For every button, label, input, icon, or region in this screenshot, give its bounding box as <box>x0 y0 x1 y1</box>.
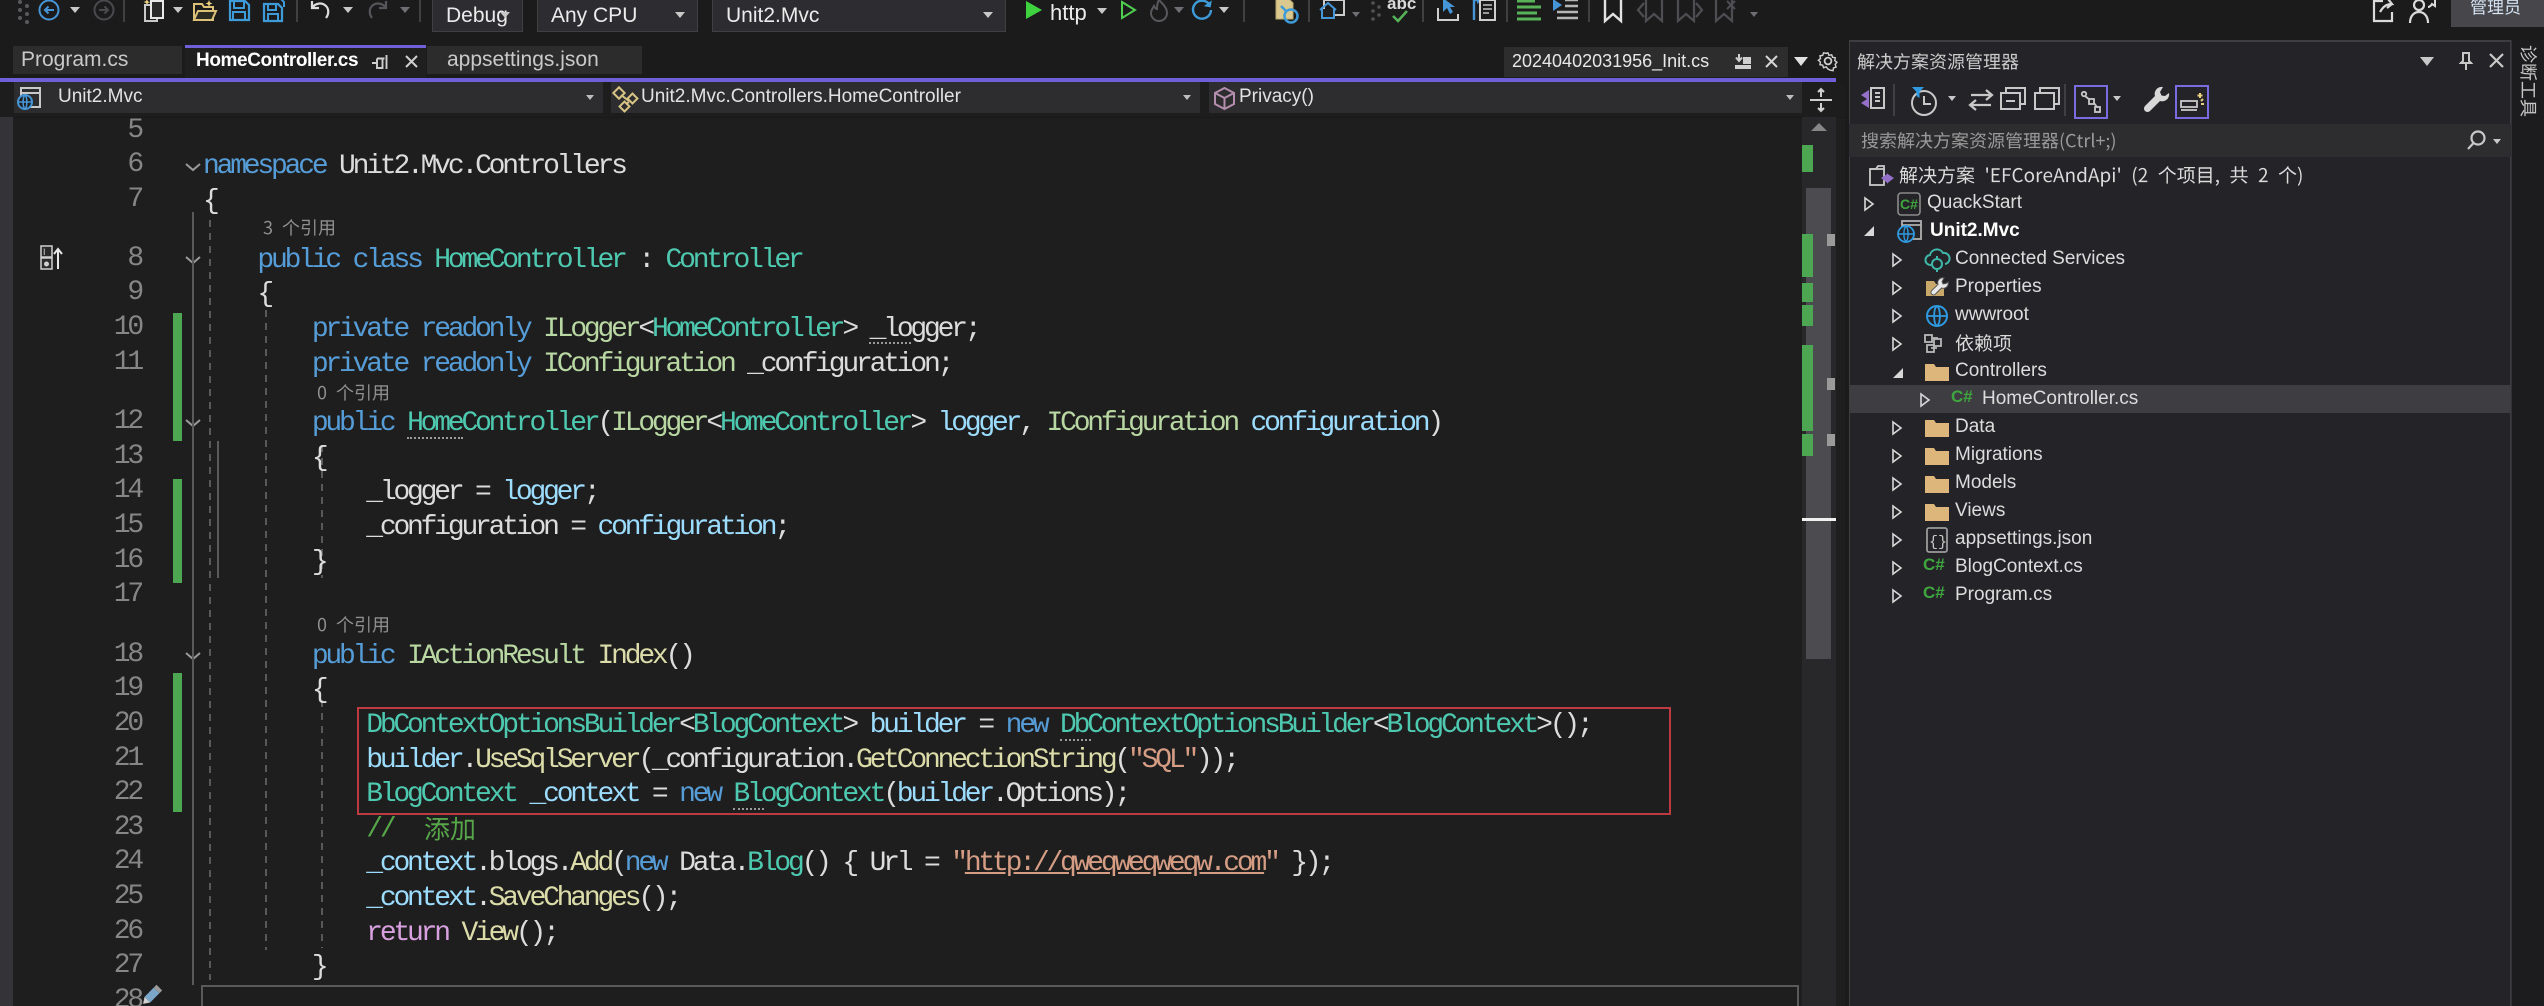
svg-text:I: I <box>43 247 46 257</box>
